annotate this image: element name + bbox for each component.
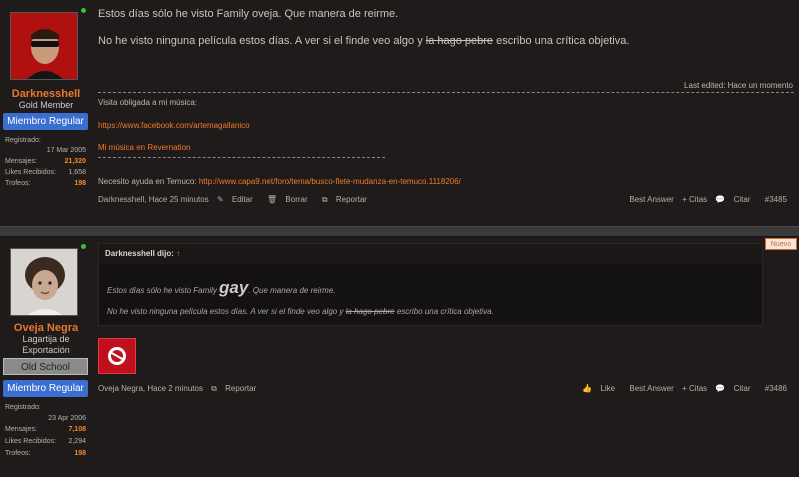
quote-author: Darknesshell dijo: (105, 249, 174, 258)
new-badge: Nuevo (765, 238, 797, 250)
quote-button[interactable]: 💬 Citar (715, 195, 756, 204)
avatar[interactable] (10, 248, 78, 316)
stat-trophies[interactable]: 198 (74, 450, 86, 457)
quote-label: Citar (733, 384, 751, 393)
like-button[interactable]: 👍 Like (582, 384, 621, 393)
add-citas-button[interactable]: + Citas (682, 195, 707, 204)
username[interactable]: Darknesshell (0, 88, 92, 100)
post-number[interactable]: #3485 (765, 195, 787, 204)
quote-text: No he visto ninguna película estos días.… (107, 307, 346, 316)
quote-text: Estos días sólo he visto Family (107, 286, 220, 295)
quote-label: Citar (733, 195, 751, 204)
post-actions-right: 👍 Like Best Answer + Citas 💬 Citar #3486 (582, 384, 793, 393)
stat-registered-date: 17 Mar 2005 (46, 147, 86, 154)
report-label: Reportar (225, 384, 257, 393)
stat-label: Trofeos: (5, 180, 31, 187)
signature-help: Necesito ayuda en Temuco: http://www.cap… (98, 177, 461, 186)
signature-help-link[interactable]: http://www.capa9.net/foro/tema/busco-fle… (199, 177, 461, 186)
username[interactable]: Oveja Negra (0, 322, 92, 334)
signature-link-reverbnation[interactable]: Mi música en Revernation (98, 143, 190, 152)
member-badge: Miembro Regular (3, 380, 88, 397)
quote-text: . Que manera de reirme. (248, 286, 336, 295)
post-number[interactable]: #3486 (765, 384, 787, 393)
strikethrough-text: la hago pebre (425, 35, 494, 47)
report-icon: ⧉ (321, 195, 328, 204)
quote-line-2: No he visto ninguna película estos días.… (107, 307, 494, 316)
stat-messages[interactable]: 7,108 (68, 426, 86, 433)
quote-attribution[interactable]: Darknesshell dijo: ↑ (105, 249, 180, 258)
arrow-up-icon[interactable]: ↑ (176, 249, 180, 258)
trash-icon: 🗑 (267, 195, 278, 204)
signature-inner-divider (98, 157, 385, 158)
post-actions-left: Oveja Negra, Hace 2 minutos ⧉ Reportar (98, 384, 268, 394)
post-actions-left: Darknesshell, Hace 25 minutos ✎ Editar 🗑… (98, 195, 379, 205)
avatar[interactable] (10, 12, 78, 80)
delete-label: Borrar (285, 195, 308, 204)
user-title: Gold Member (18, 100, 74, 110)
member-badge: Miembro Regular (3, 113, 88, 130)
enlarged-text: gay (219, 278, 249, 297)
post-line-1: Estos días sólo he visto Family oveja. Q… (98, 8, 399, 20)
thumbs-up-icon: 👍 (582, 384, 593, 393)
signature-intro: Visita obligada a mi música: (98, 98, 198, 107)
quote-line-1: Estos días sólo he visto Family gay. Que… (107, 278, 336, 298)
post-3486: Nuevo Oveja Negra Lagartija de Exportaci… (0, 237, 799, 477)
delete-button[interactable]: 🗑 Borrar (267, 195, 314, 204)
post-separator (0, 226, 799, 237)
signature-link-facebook[interactable]: https://www.facebook.com/artemagallanico (98, 121, 250, 130)
report-label: Reportar (335, 195, 367, 204)
stat-label: Likes Recibidos: (5, 438, 56, 445)
stat-label: Registrado: (5, 137, 41, 144)
speech-bubble-icon: 💬 (715, 195, 726, 204)
last-edited: Last edited: Hace un momento (684, 81, 793, 90)
post-meta[interactable]: Oveja Negra, Hace 2 minutos (98, 384, 203, 393)
stat-label: Mensajes: (5, 426, 37, 433)
like-label: Like (600, 384, 616, 393)
quote-block: Darknesshell dijo: ↑ Estos días sólo he … (98, 243, 763, 326)
signature-divider (98, 92, 794, 93)
stat-likes: 1,658 (68, 169, 86, 176)
stat-label: Trofeos: (5, 450, 31, 457)
report-icon: ⧉ (211, 384, 217, 393)
post-actions-right: Best Answer + Citas 💬 Citar #3485 (629, 195, 793, 204)
stat-label: Mensajes: (5, 158, 37, 165)
angry-emoticon-icon (108, 347, 126, 365)
stat-likes: 2,294 (68, 438, 86, 445)
post-text: No he visto ninguna película estos días.… (98, 35, 426, 47)
speech-bubble-icon: 💬 (715, 384, 726, 393)
edit-label: Editar (231, 195, 253, 204)
stat-label: Registrado: (5, 404, 41, 411)
post-line-2: No he visto ninguna película estos días.… (98, 35, 629, 47)
signature-help-label: Necesito ayuda en Temuco: (98, 177, 199, 186)
report-button[interactable]: ⧉ Reportar (322, 195, 373, 204)
emoticon-image (98, 338, 136, 374)
strikethrough-text: la hago pebre (345, 307, 395, 316)
add-citas-button[interactable]: + Citas (682, 384, 707, 393)
post-text: escribo una crítica objetiva. (493, 35, 630, 47)
old-school-badge: Old School (3, 358, 88, 375)
stat-messages[interactable]: 21,320 (65, 158, 86, 165)
stat-registered-date: 23 Apr 2006 (48, 415, 86, 422)
online-indicator (81, 8, 86, 13)
post-3485: Darknesshell Gold Member Miembro Regular… (0, 0, 799, 226)
avatar-image (11, 13, 77, 79)
post-meta[interactable]: Darknesshell, Hace 25 minutos (98, 195, 209, 204)
edit-button[interactable]: ✎ Editar (217, 195, 259, 204)
avatar-image (11, 249, 77, 315)
stat-label: Likes Recibidos: (5, 169, 56, 176)
user-title: Lagartija de Exportación (22, 334, 70, 355)
report-button[interactable]: ⧉ Reportar (211, 384, 262, 393)
quote-header: Darknesshell dijo: ↑ (99, 244, 762, 264)
best-answer-button[interactable]: Best Answer (629, 384, 673, 393)
quote-button[interactable]: 💬 Citar (715, 384, 756, 393)
online-indicator (81, 244, 86, 249)
best-answer-button[interactable]: Best Answer (629, 195, 673, 204)
pencil-icon: ✎ (216, 195, 224, 204)
quote-text: escribo una crítica objetiva. (394, 307, 494, 316)
stat-trophies[interactable]: 198 (74, 180, 86, 187)
